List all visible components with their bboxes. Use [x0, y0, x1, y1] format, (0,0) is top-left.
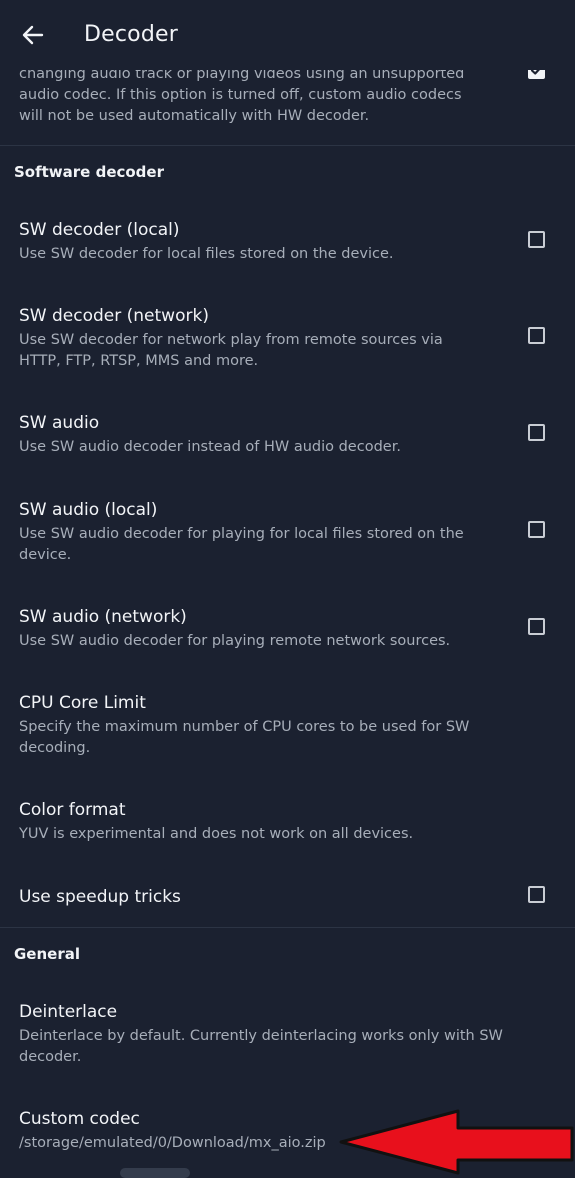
section-divider — [0, 927, 575, 928]
setting-summary: Use SW decoder for local files stored on… — [19, 246, 394, 262]
setting-summary: Deinterlace by default. Currently deinte… — [19, 1028, 503, 1044]
setting-summary: Use SW decoder for network play from rem… — [19, 332, 443, 348]
setting-summary: YUV is experimental and does not work on… — [19, 826, 414, 842]
setting-summary: Use SW audio decoder for playing for loc… — [19, 526, 464, 542]
checkbox-sw-audio[interactable] — [528, 424, 545, 441]
setting-item-sw-audio-local[interactable]: SW audio (local) Use SW audio decoder fo… — [19, 499, 464, 566]
checkbox-speedup-tricks[interactable] — [528, 886, 545, 903]
setting-summary: Use SW audio decoder instead of HW audio… — [19, 439, 401, 455]
checkbox-sw-decoder-local[interactable] — [528, 231, 545, 248]
setting-title: SW decoder (local) — [19, 220, 180, 240]
setting-title: Color format — [19, 800, 126, 820]
setting-item-custom-codec[interactable]: Custom codec /storage/emulated/0/Downloa… — [19, 1108, 326, 1154]
section-header-general: General — [14, 945, 80, 963]
setting-summary-line: audio codec. If this option is turned of… — [19, 87, 462, 103]
setting-item-sw-decoder-network[interactable]: SW decoder (network) Use SW decoder for … — [19, 305, 443, 372]
setting-title: SW decoder (network) — [19, 306, 209, 326]
setting-title: Custom codec — [19, 1109, 140, 1129]
setting-summary: Use SW audio decoder for playing remote … — [19, 633, 451, 649]
setting-summary: decoding. — [19, 740, 91, 756]
setting-item-sw-decoder-local[interactable]: SW decoder (local) Use SW decoder for lo… — [19, 219, 394, 265]
setting-title: SW audio (network) — [19, 607, 187, 627]
setting-title: SW audio (local) — [19, 500, 158, 520]
arrow-left-icon[interactable] — [20, 22, 46, 48]
setting-item-deinterlace[interactable]: Deinterlace Deinterlace by default. Curr… — [19, 1001, 503, 1068]
setting-item-sw-audio-network[interactable]: SW audio (network) Use SW audio decoder … — [19, 606, 450, 652]
setting-item-color-format[interactable]: Color format YUV is experimental and doe… — [19, 799, 413, 845]
setting-title: SW audio — [19, 413, 100, 433]
checkbox-sw-audio-local[interactable] — [528, 521, 545, 538]
setting-summary: /storage/emulated/0/Download/mx_aio.zip — [19, 1135, 326, 1151]
checkbox-sw-audio-network[interactable] — [528, 618, 545, 635]
setting-title: Deinterlace — [19, 1002, 118, 1022]
setting-summary: decoder. — [19, 1049, 82, 1065]
setting-title: Use speedup tricks — [19, 887, 181, 907]
setting-summary: device. — [19, 547, 72, 563]
setting-summary: HTTP, FTP, RTSP, MMS and more. — [19, 353, 259, 369]
page-title: Decoder — [84, 22, 178, 47]
section-divider — [0, 145, 575, 146]
checkbox-sw-decoder-network[interactable] — [528, 327, 545, 344]
app-bar: Decoder — [0, 0, 575, 70]
setting-title: CPU Core Limit — [19, 693, 146, 713]
setting-item-cpu-core-limit[interactable]: CPU Core Limit Specify the maximum numbe… — [19, 692, 469, 759]
setting-item-sw-audio[interactable]: SW audio Use SW audio decoder instead of… — [19, 412, 401, 458]
red-arrow-annotation-icon — [339, 1109, 574, 1175]
setting-item-hw-audio-codec[interactable]: changing audio track or playing videos u… — [19, 64, 464, 127]
setting-summary: Specify the maximum number of CPU cores … — [19, 719, 470, 735]
section-header-software-decoder: Software decoder — [14, 163, 164, 181]
bottom-handle — [120, 1168, 190, 1178]
setting-item-speedup-tricks[interactable]: Use speedup tricks — [19, 886, 181, 908]
setting-summary-line: will not be used automatically with HW d… — [19, 108, 370, 124]
